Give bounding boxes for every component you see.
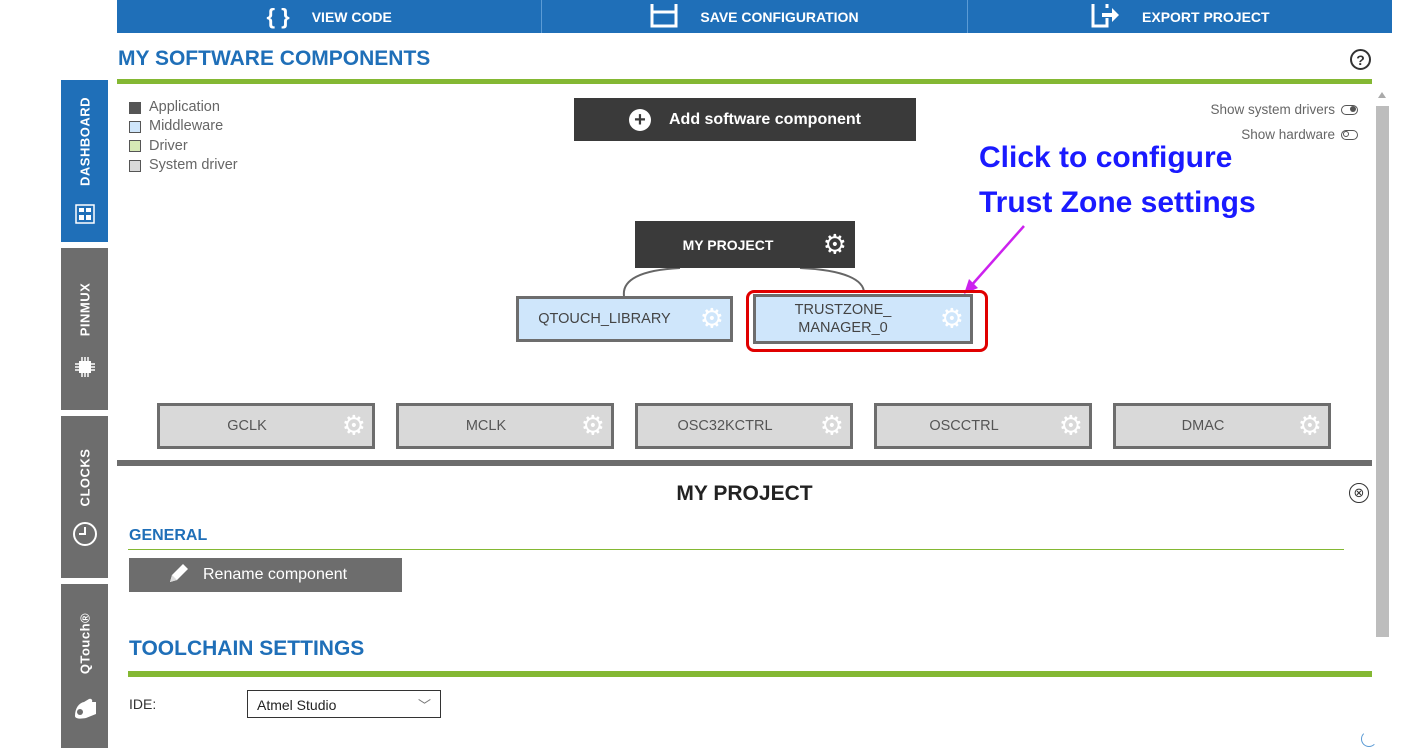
gear-icon[interactable]: ⚙ bbox=[1059, 412, 1083, 440]
project-node[interactable]: MY PROJECT ⚙ bbox=[635, 221, 855, 268]
rename-component-label: Rename component bbox=[203, 566, 348, 583]
rename-component-button[interactable]: Rename component bbox=[129, 558, 402, 592]
component-node-oscctrl[interactable]: OSCCTRL ⚙ bbox=[874, 403, 1092, 449]
loading-spinner-icon bbox=[1361, 731, 1377, 747]
component-node-gclk[interactable]: GCLK ⚙ bbox=[157, 403, 375, 449]
general-section-label: GENERAL bbox=[129, 527, 208, 544]
gear-icon[interactable]: ⚙ bbox=[342, 412, 366, 440]
gear-icon[interactable]: ⚙ bbox=[820, 412, 844, 440]
ide-select[interactable]: Atmel Studio ﹀ bbox=[247, 690, 441, 718]
component-node-osc32kctrl[interactable]: OSC32KCTRL ⚙ bbox=[635, 403, 853, 449]
project-node-label: MY PROJECT bbox=[682, 236, 774, 253]
annotation-arrow bbox=[969, 225, 1025, 288]
toolchain-section-label: TOOLCHAIN SETTINGS bbox=[129, 637, 365, 660]
gear-icon[interactable]: ⚙ bbox=[700, 305, 724, 333]
general-section-rule bbox=[128, 549, 1344, 550]
component-node-label: OSCCTRL bbox=[929, 418, 999, 434]
component-node-label: GCLK bbox=[227, 418, 267, 434]
toolchain-section-rule bbox=[128, 671, 1372, 677]
component-node-dmac[interactable]: DMAC ⚙ bbox=[1113, 403, 1331, 449]
gear-icon[interactable]: ⚙ bbox=[581, 412, 605, 440]
ide-select-value: Atmel Studio bbox=[257, 697, 337, 713]
component-node-label: MCLK bbox=[465, 418, 507, 434]
ide-label: IDE: bbox=[129, 696, 157, 712]
trustzone-highlight-box bbox=[746, 290, 988, 352]
component-node-label: OSC32KCTRL bbox=[677, 418, 773, 434]
component-node-label: DMAC bbox=[1181, 418, 1225, 434]
close-icon[interactable]: ⊗ bbox=[1349, 483, 1369, 503]
chevron-down-icon: ﹀ bbox=[417, 698, 431, 713]
panel-title: MY PROJECT bbox=[676, 482, 813, 505]
gear-icon[interactable]: ⚙ bbox=[1298, 412, 1322, 440]
pencil-icon bbox=[167, 561, 191, 590]
component-node-qtouch-library[interactable]: QTOUCH_LIBRARY ⚙ bbox=[516, 296, 733, 342]
panel-divider[interactable] bbox=[117, 460, 1372, 466]
component-node-mclk[interactable]: MCLK ⚙ bbox=[396, 403, 614, 449]
component-node-label: QTOUCH_LIBRARY bbox=[538, 311, 671, 327]
gear-icon[interactable]: ⚙ bbox=[823, 231, 847, 258]
diagram-connectors bbox=[622, 225, 1025, 297]
